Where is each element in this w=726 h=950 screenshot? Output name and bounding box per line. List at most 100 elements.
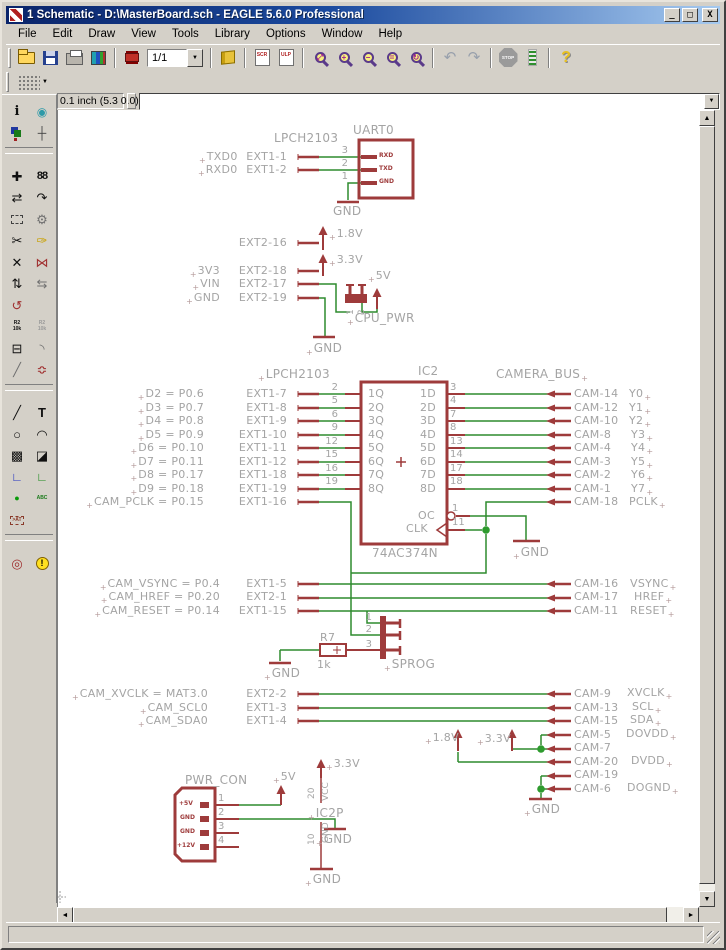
tool-polygon-button[interactable]: ◪ [30, 445, 54, 466]
scroll-up-button[interactable]: ▲ [699, 110, 715, 126]
zoom-redraw-button[interactable]: ↻ [404, 46, 428, 70]
part-symbols[interactable] [173, 138, 571, 871]
resize-grip[interactable] [707, 931, 720, 944]
sheet-dropdown-arrow[interactable]: ▼ [187, 48, 203, 67]
maximize-button[interactable]: □ [682, 8, 698, 22]
redo-button[interactable]: ↷ [462, 46, 486, 70]
tool-show-button[interactable]: ◉ [30, 101, 54, 122]
undo-button[interactable]: ↶ [438, 46, 462, 70]
tool-miter-button[interactable]: ◝ [30, 338, 54, 359]
errors-icon: ! [35, 556, 49, 570]
schematic-canvas[interactable] [54, 110, 699, 907]
tool-replace-button[interactable]: ↺ [5, 295, 29, 316]
tool-bus-button[interactable]: ∟ [5, 467, 29, 488]
tool-label-button[interactable]: ABC [30, 488, 54, 509]
window-title: 1 Schematic - D:\MasterBoard.sch - EAGLE… [27, 9, 364, 21]
tool-delete-button[interactable]: ✕ [5, 252, 29, 273]
open-button[interactable] [14, 46, 38, 70]
toolbar-separator [432, 47, 434, 68]
tool-gateswap-button[interactable]: ⇆ [30, 273, 54, 294]
run-script-button[interactable]: SCR [250, 46, 274, 70]
run-ulp-button[interactable]: ULP [274, 46, 298, 70]
tool-mirror-button[interactable]: ⇄ [5, 187, 29, 208]
tool-junction-button[interactable]: ● [5, 488, 29, 509]
menu-item-edit[interactable]: Edit [45, 26, 81, 42]
tool-cut-button[interactable]: ✂ [5, 230, 29, 251]
menu-item-view[interactable]: View [123, 26, 164, 42]
bar-handle[interactable] [127, 93, 136, 109]
close-button[interactable]: X [702, 8, 718, 22]
tool-pinswap-button[interactable]: ⇅ [5, 273, 29, 294]
menu-item-options[interactable]: Options [258, 26, 314, 42]
sheet-combo[interactable]: 1/1 [147, 48, 187, 67]
tool-circle-button[interactable]: ○ [5, 424, 29, 445]
cam-film-icon [90, 50, 106, 65]
tool-text-button[interactable]: T [30, 402, 54, 423]
save-button[interactable] [38, 46, 62, 70]
tool-display-button[interactable] [5, 123, 29, 144]
tool-add-button[interactable]: ⋈ [30, 252, 54, 273]
tool-copy-button[interactable]: 88 [30, 166, 54, 187]
toolbar-grip[interactable] [6, 72, 9, 92]
stop-button[interactable]: STOP [496, 46, 520, 70]
minimize-button[interactable]: _ [664, 8, 680, 22]
grid-icon[interactable] [18, 74, 40, 90]
tool-value-button[interactable]: R2 10k [30, 316, 54, 337]
tool-errors-button[interactable]: ! [30, 553, 54, 574]
h-scrollbar-thumb[interactable] [73, 907, 667, 923]
menu-item-file[interactable]: File [10, 26, 45, 42]
library-button[interactable] [216, 46, 240, 70]
zoom-fit-icon: ⤢ [314, 52, 326, 63]
toolbar-grip[interactable] [8, 47, 11, 68]
tool-wire-button[interactable]: ╱ [5, 402, 29, 423]
cam-processor-button[interactable] [86, 46, 110, 70]
command-dropdown-arrow[interactable]: ▼ [704, 93, 719, 109]
print-button[interactable] [62, 46, 86, 70]
tool-rect-button[interactable]: ▩ [5, 445, 29, 466]
menu-item-library[interactable]: Library [207, 26, 258, 42]
tool-change-button[interactable]: ⚙ [30, 209, 54, 230]
scroll-left-button[interactable]: ◄ [57, 907, 73, 923]
tool-erc-button[interactable]: ◎ [5, 553, 29, 574]
zoom-out-button[interactable]: − [356, 46, 380, 70]
progress-icon [527, 49, 537, 66]
net-wires[interactable] [239, 156, 553, 829]
command-input[interactable] [140, 93, 704, 109]
v-scrollbar-thumb[interactable] [699, 126, 715, 884]
tool-attribute-button[interactable]: >AT [5, 510, 29, 531]
menu-item-draw[interactable]: Draw [80, 26, 123, 42]
attribute-icon: >AT [10, 515, 24, 525]
sheet-selector: 1/1 ▼ [147, 48, 203, 67]
tool-invoke-button[interactable]: ≎ [30, 359, 54, 380]
part-fills [200, 226, 555, 850]
scroll-down-button[interactable]: ▼ [699, 891, 715, 907]
scroll-right-button[interactable]: ► [683, 907, 699, 923]
tool-paste-button[interactable]: ✑ [30, 230, 54, 251]
tool-split-button[interactable]: ╱ [5, 359, 29, 380]
library-book-icon [221, 50, 235, 65]
zoom-select-button[interactable]: = [380, 46, 404, 70]
group-icon [11, 214, 23, 224]
menu-item-window[interactable]: Window [314, 26, 371, 42]
help-icon: ? [561, 48, 571, 66]
tool-group-button[interactable] [5, 209, 29, 230]
status-bar [6, 922, 720, 944]
grid-dropdown-arrow[interactable]: ▼ [42, 79, 48, 85]
junction-dots [482, 526, 545, 793]
tool-info-button[interactable]: i [5, 101, 29, 122]
progress-button[interactable] [520, 46, 544, 70]
tool-arc-button[interactable]: ◠ [30, 424, 54, 445]
menu-item-tools[interactable]: Tools [164, 26, 207, 42]
tool-mark-button[interactable]: ┼ [30, 123, 54, 144]
menu-item-help[interactable]: Help [370, 26, 410, 42]
palette-gap [30, 295, 55, 317]
tool-net-button[interactable]: ∟ [30, 467, 54, 488]
tool-move-button[interactable]: ✚ [5, 166, 29, 187]
switch-to-board-button[interactable] [120, 46, 144, 70]
tool-smash-button[interactable]: ⊟ [5, 338, 29, 359]
tool-rotate-button[interactable]: ↷ [30, 187, 54, 208]
help-button[interactable]: ? [554, 46, 578, 70]
zoom-fit-button[interactable]: ⤢ [308, 46, 332, 70]
tool-name-button[interactable]: R2 10k [5, 316, 29, 337]
zoom-in-button[interactable]: + [332, 46, 356, 70]
